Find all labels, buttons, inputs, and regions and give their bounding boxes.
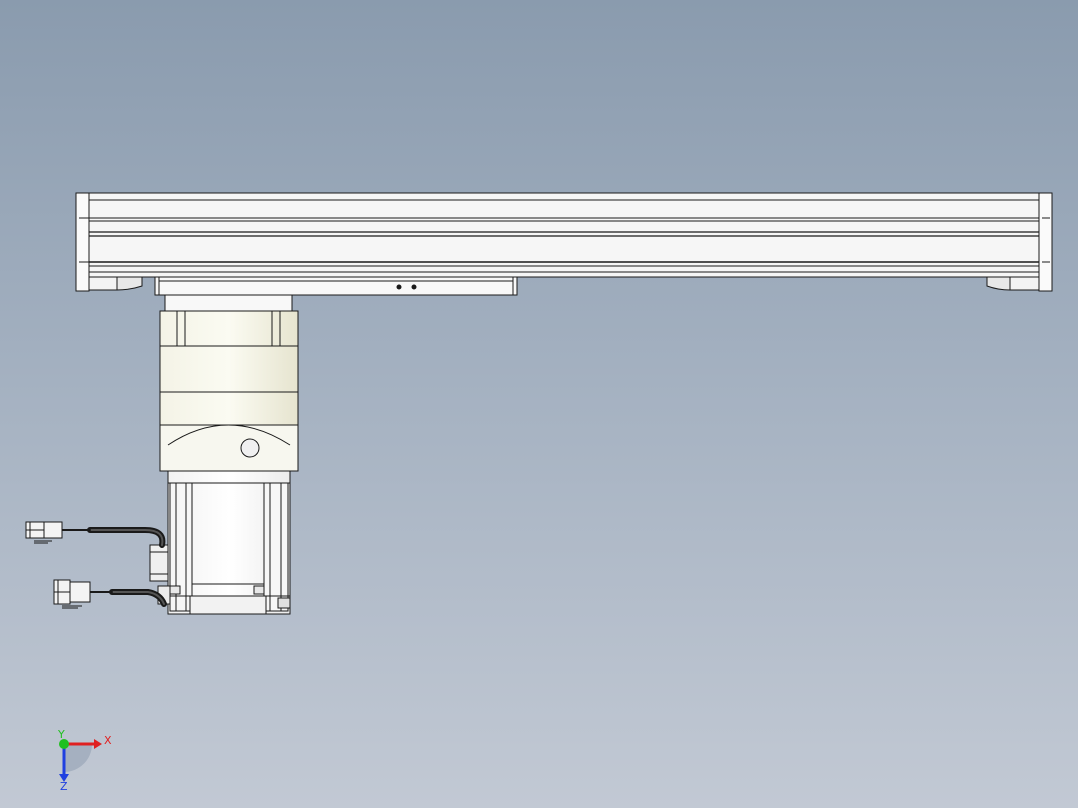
rail-foot-right-chamfer	[986, 276, 1011, 291]
carriage-screw-2	[411, 284, 417, 290]
flange-bolt-hole	[240, 438, 260, 458]
orientation-triad[interactable]: X Y Z	[40, 728, 120, 796]
motor-adapter-plate	[164, 294, 293, 312]
carriage-screw-1	[396, 284, 402, 290]
cad-graphics-viewport[interactable]: X Y Z	[0, 0, 1078, 808]
rail-end-cap-right	[1038, 192, 1053, 292]
power-cable	[87, 527, 166, 548]
rail-extrusion	[77, 192, 1052, 278]
encoder-connector[interactable]	[53, 579, 91, 609]
triad-quadrant	[64, 744, 92, 772]
carriage-block[interactable]	[154, 276, 518, 312]
rail-foot-right	[1009, 276, 1040, 291]
linear-actuator-model[interactable]	[0, 0, 1078, 808]
rail-foot-left	[88, 276, 118, 291]
rail-end-cap-left	[75, 192, 90, 292]
gearhead[interactable]	[159, 310, 299, 426]
x-axis-label: X	[104, 734, 112, 747]
motor-flange[interactable]	[159, 424, 299, 472]
y-axis-label: Y	[57, 728, 65, 741]
motor-end-bell	[189, 595, 267, 615]
servo-motor-body[interactable]	[167, 470, 291, 615]
power-connector[interactable]	[25, 521, 63, 544]
rail-foot-left-chamfer	[116, 276, 143, 291]
z-axis-label: Z	[60, 780, 68, 792]
linear-rail[interactable]	[75, 192, 1053, 292]
